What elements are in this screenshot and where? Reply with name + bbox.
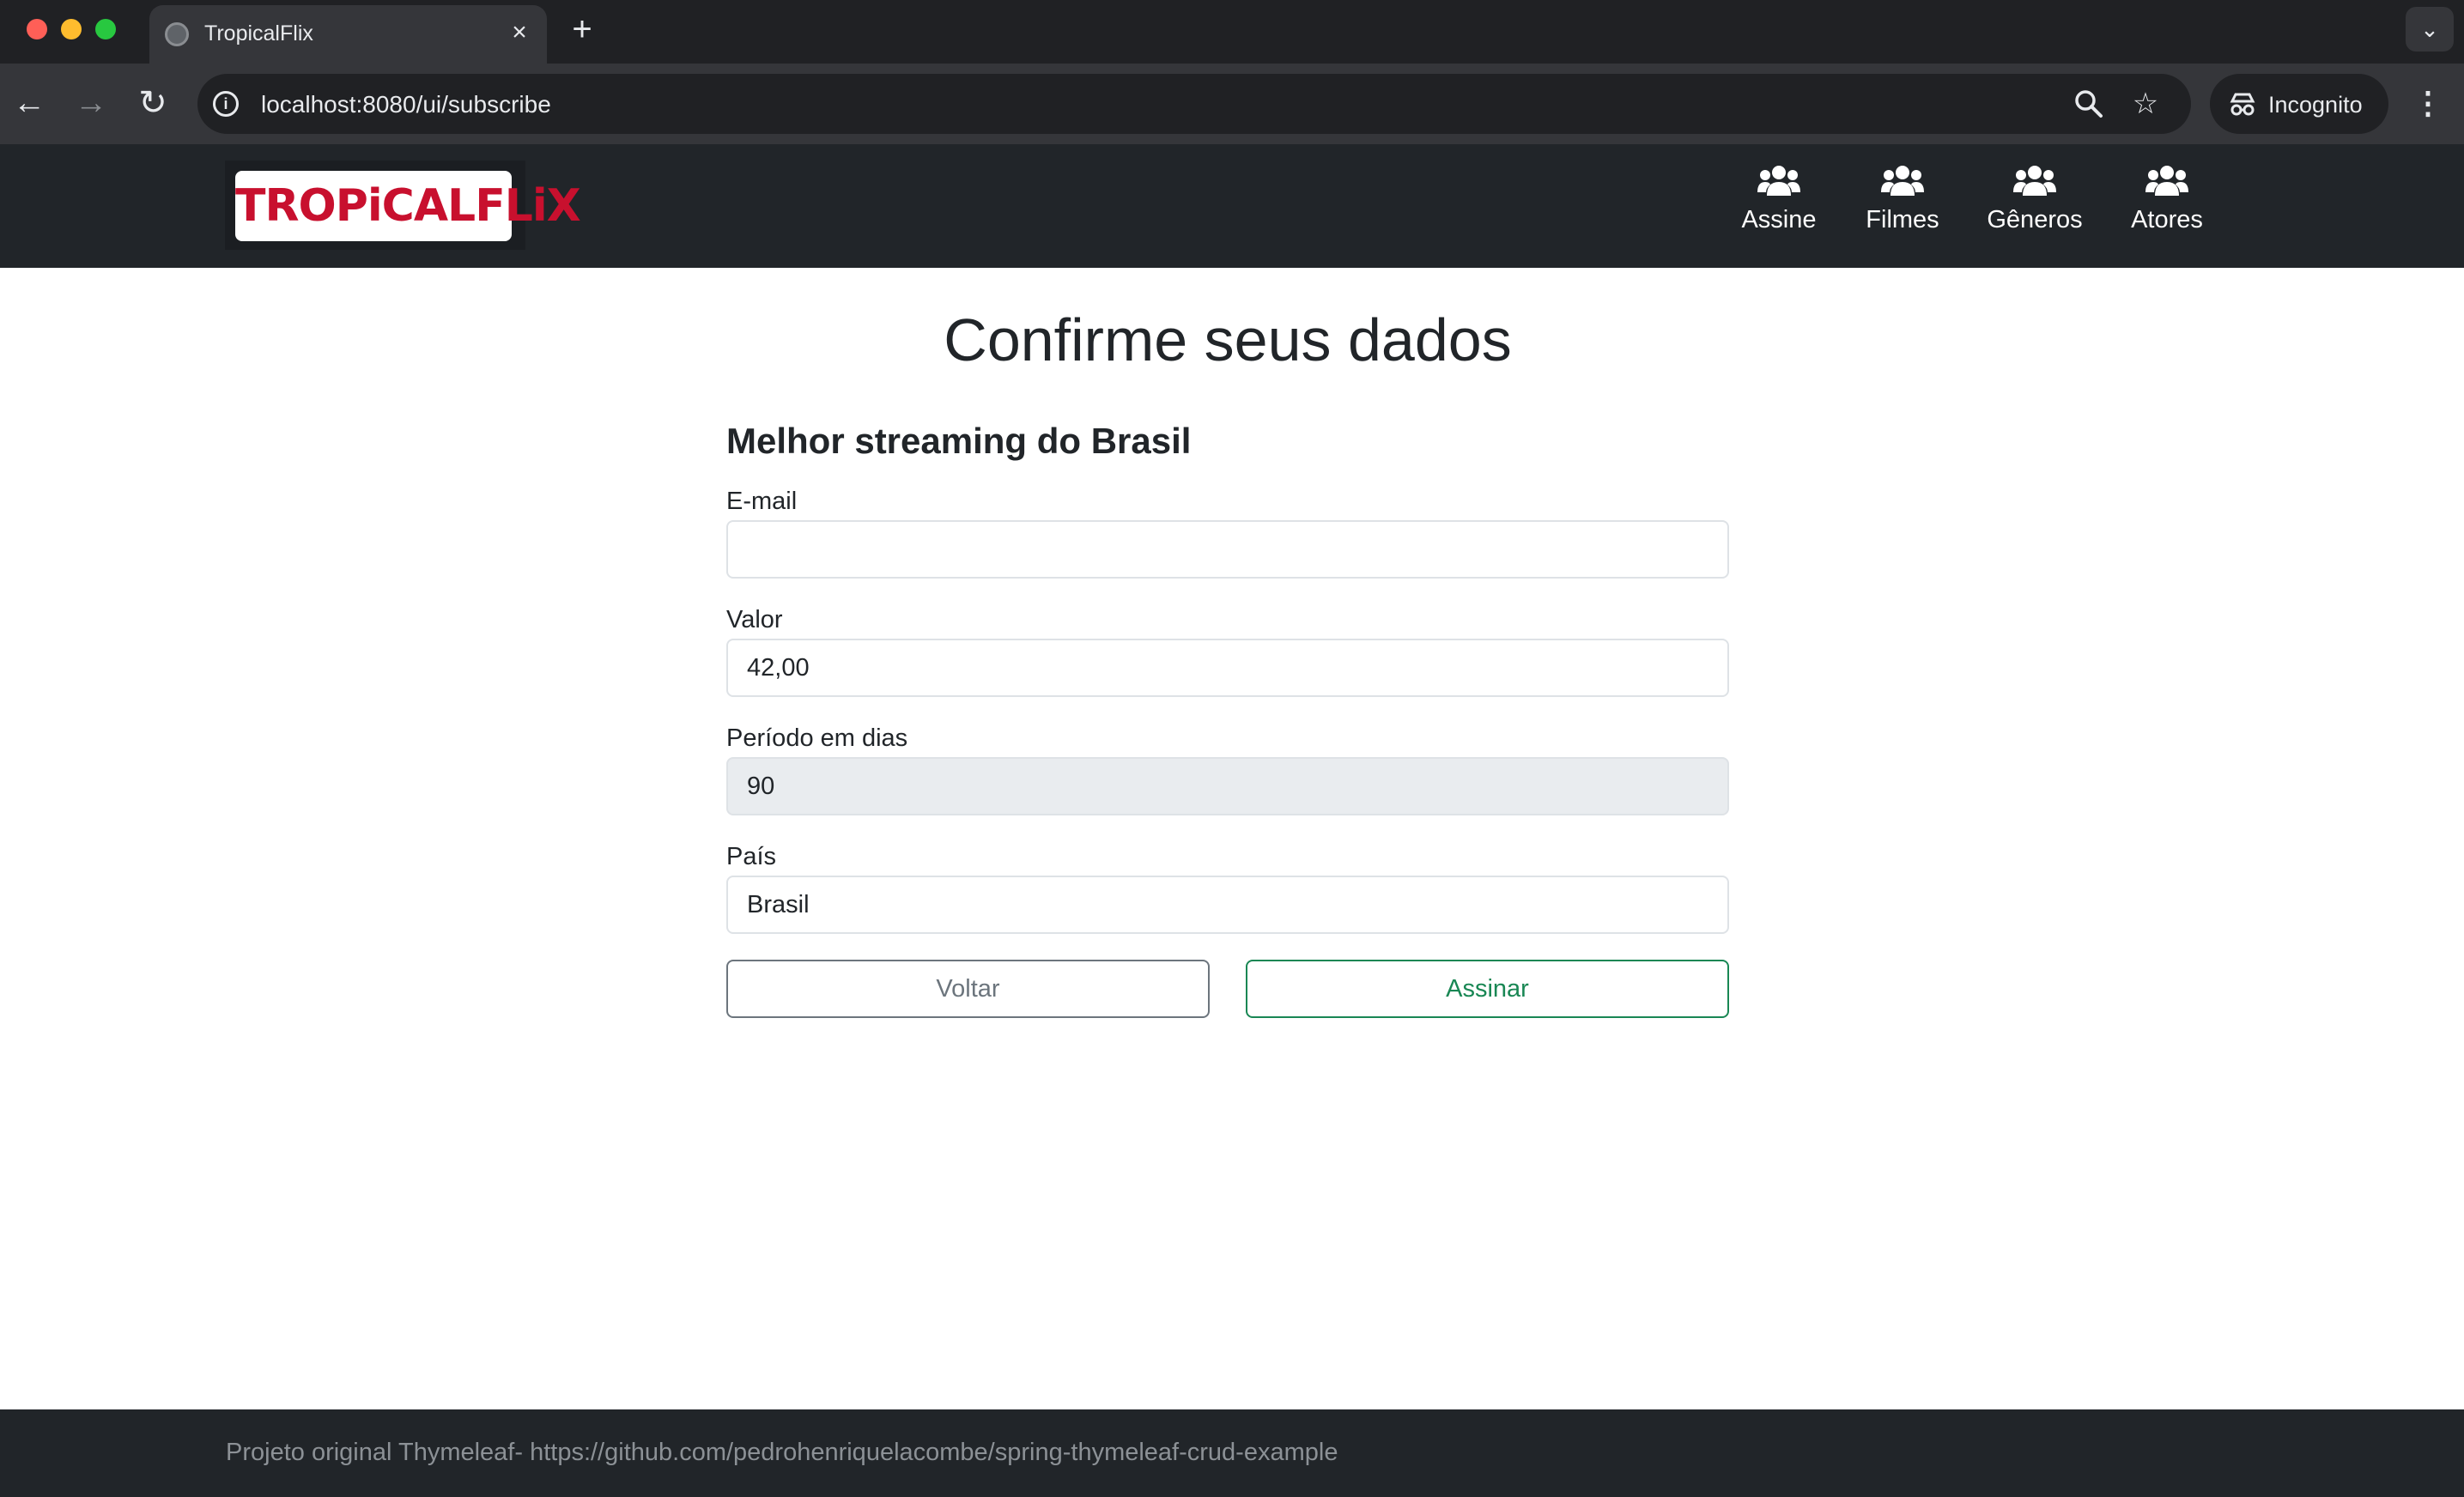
minimize-window-button[interactable]: [61, 19, 82, 39]
site-info-icon[interactable]: i: [213, 91, 239, 117]
back-arrow-icon[interactable]: ←: [7, 81, 52, 125]
zoom-magnifier-icon[interactable]: [2071, 86, 2107, 122]
nav-label-generos: Gêneros: [1987, 206, 2083, 233]
users-icon: [1757, 166, 1800, 196]
browser-toolbar: ← → ↻ i localhost:8080/ui/subscribe ☆ In…: [0, 64, 2464, 144]
brand-logo-text: TROPiCALFLiX: [235, 171, 581, 241]
users-icon: [2013, 166, 2056, 196]
tab-title: TropicalFlix: [204, 21, 313, 45]
incognito-icon: [2230, 93, 2255, 116]
forward-arrow-icon[interactable]: →: [69, 81, 113, 125]
bookmark-star-icon[interactable]: ☆: [2127, 86, 2164, 122]
brand-logo[interactable]: TROPiCALFLiX: [225, 161, 581, 250]
nav-item-generos[interactable]: Gêneros: [1985, 165, 2085, 251]
browser-menu-icon[interactable]: ⋮: [2411, 81, 2445, 125]
valor-label: Valor: [726, 606, 783, 633]
new-tab-icon[interactable]: +: [563, 12, 601, 50]
periodo-field[interactable]: [726, 757, 1729, 815]
page-title: Confirme seus dados: [944, 306, 1512, 373]
pais-label: País: [726, 843, 777, 870]
close-tab-icon[interactable]: ×: [504, 17, 535, 48]
url-text[interactable]: localhost:8080/ui/subscribe: [261, 91, 551, 118]
reload-icon[interactable]: ↻: [130, 81, 175, 125]
email-field[interactable]: [726, 520, 1729, 579]
browser-tab[interactable]: TropicalFlix ×: [149, 5, 547, 64]
nav-label-atores: Atores: [2131, 206, 2203, 233]
pais-field[interactable]: [726, 876, 1729, 934]
site-footer: Projeto original Thymeleaf- https://gith…: [0, 1409, 2464, 1497]
incognito-indicator[interactable]: Incognito: [2210, 74, 2388, 134]
users-icon: [1881, 166, 1924, 196]
nav-item-assine[interactable]: Assine: [1739, 165, 1818, 251]
back-button[interactable]: Voltar: [726, 960, 1210, 1018]
email-label: E-mail: [726, 488, 798, 515]
subscribe-button[interactable]: Assinar: [1246, 960, 1729, 1018]
tab-search-chevron-icon[interactable]: ⌄: [2406, 7, 2454, 52]
site-navbar: TROPiCALFLiX Assine Filmes Gêneros Atore…: [0, 144, 2464, 268]
nav-item-filmes[interactable]: Filmes: [1863, 165, 1942, 251]
nav-label-assine: Assine: [1741, 206, 1817, 233]
nav-item-atores[interactable]: Atores: [2126, 165, 2208, 251]
browser-tab-strip: TropicalFlix × + ⌄: [0, 0, 2464, 64]
footer-text: Projeto original Thymeleaf- https://gith…: [226, 1439, 1338, 1466]
valor-field[interactable]: [726, 639, 1729, 697]
users-icon: [2145, 166, 2188, 196]
close-window-button[interactable]: [27, 19, 47, 39]
maximize-window-button[interactable]: [95, 19, 116, 39]
periodo-label: Período em dias: [726, 724, 908, 752]
form-subtitle: Melhor streaming do Brasil: [726, 421, 1192, 461]
address-bar[interactable]: i localhost:8080/ui/subscribe ☆: [197, 74, 2191, 134]
globe-icon: [165, 22, 189, 46]
nav-label-filmes: Filmes: [1866, 206, 1939, 233]
incognito-label: Incognito: [2268, 92, 2363, 118]
